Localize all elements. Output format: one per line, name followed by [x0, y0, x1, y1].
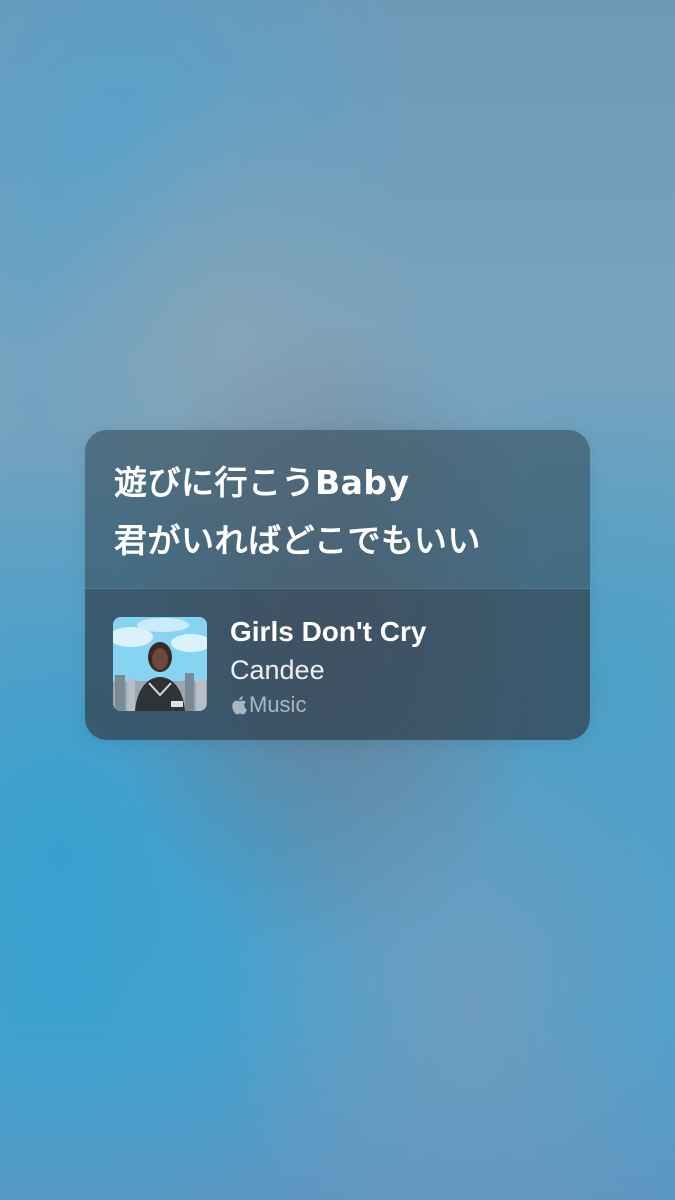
lyric-line-1: 遊びに行こうBaby	[114, 463, 410, 502]
album-artwork[interactable]	[113, 617, 207, 711]
apple-music-badge[interactable]: Music	[230, 691, 306, 719]
lyrics-share-card[interactable]: 遊びに行こうBaby 君がいればどこでもいい Girls Don't Cry C…	[85, 430, 590, 740]
artist-name: Candee	[230, 655, 325, 685]
lyric-line-2: 君がいればどこでもいい	[114, 521, 481, 560]
track-info[interactable]: Girls Don't Cry Candee Music	[85, 589, 590, 740]
album-artwork-image	[113, 617, 207, 711]
song-title: Girls Don't Cry	[230, 616, 427, 647]
apple-logo-icon	[230, 695, 247, 715]
service-label: Music	[249, 692, 307, 717]
lyrics-section: 遊びに行こうBaby 君がいればどこでもいい	[85, 430, 590, 588]
